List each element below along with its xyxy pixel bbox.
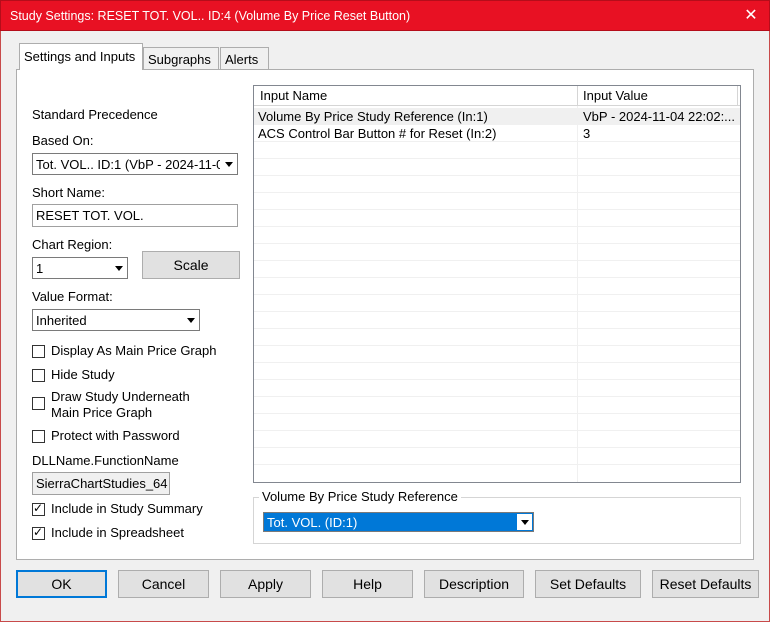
short-name-label: Short Name:	[32, 185, 105, 200]
input-name-cell: ACS Control Bar Button # for Reset (In:2…	[258, 126, 497, 141]
checkbox-box[interactable]	[32, 397, 45, 410]
tab-label: Settings and Inputs	[24, 49, 136, 64]
table-row-empty	[254, 363, 740, 380]
cancel-button[interactable]: Cancel	[118, 570, 209, 598]
draw-underneath-line1: Draw Study Underneath	[51, 389, 190, 404]
reset-defaults-button[interactable]: Reset Defaults	[652, 570, 759, 598]
table-row-empty	[254, 278, 740, 295]
chart-region-label: Chart Region:	[32, 237, 113, 252]
chart-region-select[interactable]: 1	[32, 257, 128, 279]
table-row-empty	[254, 329, 740, 346]
table-row-empty	[254, 227, 740, 244]
group-legend: Volume By Price Study Reference	[259, 489, 461, 504]
table-row-empty	[254, 176, 740, 193]
apply-button[interactable]: Apply	[220, 570, 311, 598]
table-row-empty	[254, 380, 740, 397]
value-format-label: Value Format:	[32, 289, 113, 304]
table-row[interactable]: ACS Control Bar Button # for Reset (In:2…	[254, 125, 740, 142]
checkbox-box[interactable]	[32, 345, 45, 358]
checkbox-label: Include in Study Summary	[51, 501, 203, 516]
value-format-value: Inherited	[36, 313, 87, 328]
tab-alerts[interactable]: Alerts	[220, 47, 269, 70]
hide-study-checkbox[interactable]: Hide Study	[32, 367, 115, 382]
column-header-input-name[interactable]: Input Name	[260, 88, 327, 103]
column-divider[interactable]	[737, 86, 738, 106]
value-format-select[interactable]: Inherited	[32, 309, 200, 331]
checkbox-box[interactable]	[32, 369, 45, 382]
table-row-empty	[254, 142, 740, 159]
checkbox-box[interactable]	[32, 501, 45, 516]
checkbox-box[interactable]	[32, 525, 45, 540]
chevron-down-icon[interactable]	[517, 514, 532, 530]
based-on-label: Based On:	[32, 133, 94, 148]
include-spreadsheet-checkbox[interactable]: Include in Spreadsheet	[32, 525, 184, 540]
checkbox-label: Protect with Password	[51, 428, 180, 443]
table-row-empty	[254, 312, 740, 329]
description-button[interactable]: Description	[424, 570, 524, 598]
inputs-table[interactable]: Input Name Input Value Volume By Price S…	[253, 85, 741, 483]
checkbox-label: Include in Spreadsheet	[51, 525, 184, 540]
protect-password-checkbox[interactable]: Protect with Password	[32, 428, 180, 443]
checkbox-label: Hide Study	[51, 367, 115, 382]
display-main-checkbox[interactable]: Display As Main Price Graph	[32, 343, 216, 358]
short-name-input[interactable]: RESET TOT. VOL.	[32, 204, 238, 227]
input-name-cell: Volume By Price Study Reference (In:1)	[258, 109, 488, 124]
chevron-down-icon[interactable]	[220, 155, 236, 173]
column-header-input-value[interactable]: Input Value	[583, 88, 648, 103]
table-row-empty	[254, 397, 740, 414]
study-reference-value: Tot. VOL. (ID:1)	[267, 515, 358, 530]
checkbox-label: Display As Main Price Graph	[51, 343, 217, 358]
table-row-empty	[254, 295, 740, 312]
set-defaults-button[interactable]: Set Defaults	[535, 570, 641, 598]
checkbox-box[interactable]	[32, 430, 45, 443]
table-row-empty	[254, 448, 740, 465]
study-reference-select[interactable]: Tot. VOL. (ID:1)	[263, 512, 534, 532]
ok-button[interactable]: OK	[16, 570, 107, 598]
table-row-empty	[254, 193, 740, 210]
input-value-cell[interactable]: VbP - 2024-11-04 22:02:...	[583, 109, 739, 124]
chart-region-value: 1	[36, 261, 44, 276]
table-row-empty	[254, 431, 740, 448]
tab-subgraphs[interactable]: Subgraphs	[143, 47, 219, 70]
dll-function-field: SierraChartStudies_64	[32, 472, 170, 495]
close-icon[interactable]: ✕	[737, 3, 765, 29]
include-summary-checkbox[interactable]: Include in Study Summary	[32, 501, 203, 516]
table-row-empty	[254, 414, 740, 431]
chevron-down-icon[interactable]	[182, 311, 198, 329]
window-title: Study Settings: RESET TOT. VOL.. ID:4 (V…	[10, 9, 411, 23]
dll-label: DLLName.FunctionName	[32, 453, 179, 468]
input-value-cell[interactable]: 3	[583, 126, 739, 141]
standard-precedence-label: Standard Precedence	[32, 107, 158, 122]
tab-label: Alerts	[225, 52, 259, 67]
tab-label: Subgraphs	[148, 52, 211, 67]
help-button[interactable]: Help	[322, 570, 413, 598]
checkbox-label: Draw Study Underneath Main Price Graph	[51, 389, 190, 421]
chevron-down-icon[interactable]	[110, 259, 126, 277]
based-on-value: Tot. VOL.. ID:1 (VbP - 2024-11-0	[36, 157, 224, 172]
based-on-select[interactable]: Tot. VOL.. ID:1 (VbP - 2024-11-0	[32, 153, 238, 175]
draw-underneath-line2: Main Price Graph	[51, 405, 153, 420]
tab-settings-and-inputs[interactable]: Settings and Inputs	[19, 43, 143, 70]
table-row-empty	[254, 210, 740, 227]
table-row-empty	[254, 346, 740, 363]
table-row[interactable]: Volume By Price Study Reference (In:1) V…	[254, 108, 740, 125]
scale-button[interactable]: Scale	[142, 251, 240, 279]
draw-underneath-checkbox[interactable]: Draw Study Underneath Main Price Graph	[32, 389, 190, 421]
table-row-empty	[254, 261, 740, 278]
table-row-empty	[254, 244, 740, 261]
table-header: Input Name Input Value	[254, 86, 740, 106]
column-divider[interactable]	[577, 86, 578, 106]
table-row-empty	[254, 159, 740, 176]
title-bar: Study Settings: RESET TOT. VOL.. ID:4 (V…	[0, 0, 770, 31]
